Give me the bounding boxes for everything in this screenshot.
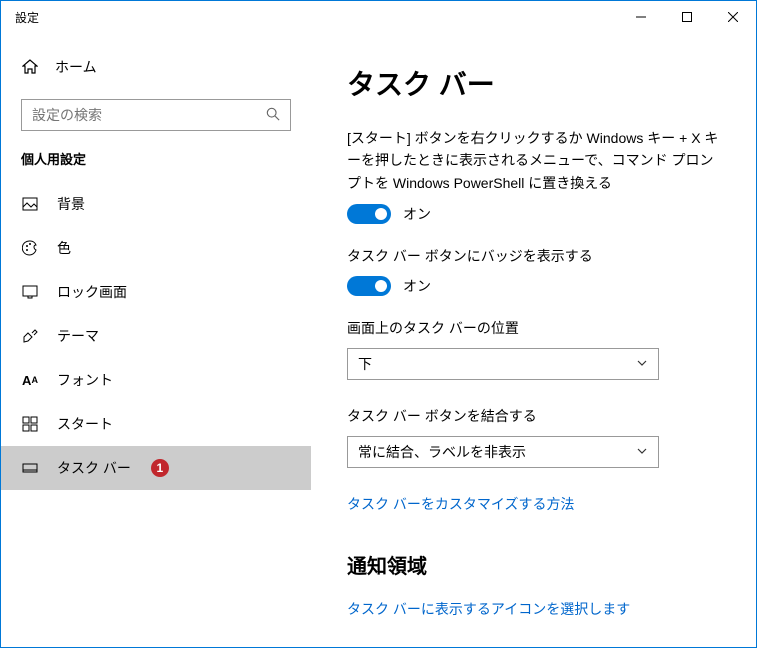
sidebar-item-taskbar[interactable]: タスク バー 1 [1,446,311,490]
chevron-down-icon [636,444,648,460]
page-title: タスク バー [347,63,736,103]
dropdown-value: 常に結合、ラベルを非表示 [358,442,526,462]
sidebar-item-label: 背景 [57,194,85,214]
sidebar-item-background[interactable]: 背景 [1,182,311,226]
minimize-icon [636,12,646,22]
toggle-knob [375,280,387,292]
select-icons-link[interactable]: タスク バーに表示するアイコンを選択します [347,599,630,619]
search-input[interactable] [32,107,266,123]
font-icon: AA [21,373,39,388]
toggle-row-badges: オン [347,276,736,296]
search-icon [266,107,280,124]
sidebar-item-lockscreen[interactable]: ロック画面 [1,270,311,314]
setting-powershell-desc: [スタート] ボタンを右クリックするか Windows キー + X キーを押し… [347,127,727,194]
toggle-state-label: オン [403,276,431,296]
start-icon [21,416,39,432]
sidebar-item-label: ロック画面 [57,282,127,302]
sidebar-item-label: スタート [57,414,113,434]
titlebar: 設定 [1,1,756,33]
image-icon [21,196,39,212]
minimize-button[interactable] [618,1,664,33]
sidebar-item-themes[interactable]: テーマ [1,314,311,358]
window-controls [618,1,756,33]
sidebar-item-fonts[interactable]: AA フォント [1,358,311,402]
notification-area-header: 通知領域 [347,550,736,579]
close-icon [728,12,738,22]
taskbar-icon [21,460,39,476]
home-icon [21,59,39,75]
theme-icon [21,328,39,344]
sidebar-section-label: 個人用設定 [1,149,311,182]
toggle-knob [375,208,387,220]
sidebar-item-label: フォント [57,370,113,390]
setting-badges-label: タスク バー ボタンにバッジを表示する [347,246,736,266]
home-button[interactable]: ホーム [1,47,311,87]
toggle-row-powershell: オン [347,204,736,224]
sidebar-item-colors[interactable]: 色 [1,226,311,270]
sidebar-item-start[interactable]: スタート [1,402,311,446]
settings-window: 設定 ホーム [0,0,757,648]
customize-taskbar-link[interactable]: タスク バーをカスタマイズする方法 [347,494,574,514]
toggle-state-label: オン [403,204,431,224]
dropdown-value: 下 [358,354,372,374]
lockscreen-icon [21,284,39,300]
content-area: ホーム 個人用設定 背景 色 ロック画面 [1,33,756,647]
home-label: ホーム [55,57,97,77]
window-title: 設定 [15,9,39,26]
sidebar-item-label: テーマ [57,326,99,346]
palette-icon [21,240,39,256]
maximize-icon [682,12,692,22]
chevron-down-icon [636,356,648,372]
toggle-badges[interactable] [347,276,391,296]
combine-buttons-label: タスク バー ボタンを結合する [347,406,736,426]
maximize-button[interactable] [664,1,710,33]
taskbar-position-label: 画面上のタスク バーの位置 [347,318,736,338]
taskbar-position-dropdown[interactable]: 下 [347,348,659,380]
annotation-badge-1: 1 [151,459,169,477]
sidebar-item-label: 色 [57,238,71,258]
combine-buttons-dropdown[interactable]: 常に結合、ラベルを非表示 [347,436,659,468]
sidebar-item-label: タスク バー [57,458,131,478]
sidebar: ホーム 個人用設定 背景 色 ロック画面 [1,33,311,647]
close-button[interactable] [710,1,756,33]
toggle-powershell[interactable] [347,204,391,224]
main-panel: タスク バー [スタート] ボタンを右クリックするか Windows キー + … [311,33,756,647]
search-box[interactable] [21,99,291,131]
